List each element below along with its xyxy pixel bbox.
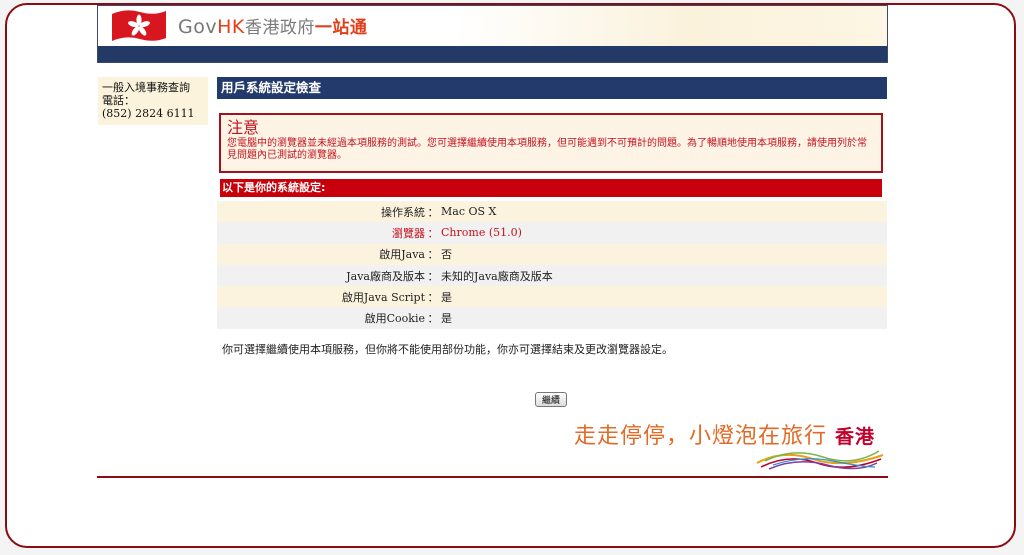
setting-separator: ：: [427, 312, 439, 326]
setting-row-java: 啟用Java ： 否: [217, 243, 887, 265]
page-frame: GovHK香港政府一站通 一般入境事務查詢 電話： (852) 2824 611…: [5, 3, 1016, 548]
setting-value: Chrome (51.0): [441, 226, 522, 240]
continue-button[interactable]: 繼續: [535, 392, 568, 407]
setting-value: 未知的Java廠商及版本: [441, 269, 553, 283]
setting-value: Mac OS X: [441, 205, 497, 219]
enquiry-sidebar: 一般入境事務查詢 電話： (852) 2824 6111: [98, 77, 208, 125]
brand-cn2: 一站通: [314, 18, 368, 38]
notice-title: 注意: [227, 118, 260, 137]
setting-separator: ：: [427, 248, 439, 262]
setting-value: 是: [441, 290, 452, 304]
setting-label: 瀏覽器: [392, 226, 425, 240]
site-header: GovHK香港政府一站通: [97, 5, 888, 63]
setting-label: 操作系統: [381, 205, 425, 219]
sidebar-phone: (852) 2824 6111: [102, 107, 195, 120]
setting-label: 啟用Cookie: [364, 312, 425, 326]
brand-hk: HK: [217, 16, 245, 38]
settings-table: 操作系統 ： Mac OS X 瀏覽器 ： Chrome (51.0) 啟用Ja…: [217, 201, 887, 329]
settings-header: 以下是你的系統設定:: [220, 179, 882, 197]
setting-label: 啟用Java Script: [341, 290, 425, 304]
setting-row-os: 操作系統 ： Mac OS X: [217, 201, 887, 223]
notice-box: 注意 您電腦中的瀏覽器並未經過本項服務的測試。您可選擇繼續使用本項服務，但可能遇…: [219, 113, 883, 173]
brand-gov: Gov: [178, 16, 218, 38]
setting-separator: ：: [427, 226, 439, 240]
main-content: 用戶系統設定檢查 注意 您電腦中的瀏覽器並未經過本項服務的測試。您可選擇繼續使用…: [217, 77, 887, 357]
setting-row-cookie: 啟用Cookie ： 是: [217, 307, 887, 329]
setting-label: 啟用Java: [379, 248, 425, 262]
setting-separator: ：: [427, 290, 439, 304]
info-message: 你可選擇繼續使用本項服務，但你將不能使用部份功能，你亦可選擇結束及更改瀏覽器設定…: [222, 342, 673, 356]
continue-wrapper: 繼續: [535, 388, 568, 407]
govhk-logo[interactable]: GovHK香港政府一站通: [178, 13, 367, 38]
sidebar-line-1: 一般入境事務查詢: [102, 81, 190, 94]
header-navbar: [98, 46, 887, 62]
notice-text: 您電腦中的瀏覽器並未經過本項服務的測試。您可選擇繼續使用本項服務，但可能遇到不可…: [227, 138, 867, 161]
hong-kong-flag-icon: [112, 10, 166, 41]
page-title: 用戶系統設定檢查: [217, 77, 887, 99]
setting-value: 是: [441, 312, 452, 326]
setting-label: Java廠商及版本: [346, 269, 425, 283]
banner-swoosh-icon: [756, 450, 884, 470]
setting-row-javascript: 啟用Java Script ： 是: [217, 286, 887, 308]
setting-row-java-vendor: Java廠商及版本 ： 未知的Java廠商及版本: [217, 264, 887, 287]
setting-separator: ：: [427, 269, 439, 283]
setting-separator: ：: [427, 205, 439, 219]
brand-cn: 香港政府: [244, 18, 315, 38]
footer-divider: [97, 476, 888, 478]
sidebar-line-2: 電話：: [102, 94, 135, 107]
setting-row-browser: 瀏覽器 ： Chrome (51.0): [217, 222, 887, 244]
setting-value: 否: [441, 248, 452, 262]
